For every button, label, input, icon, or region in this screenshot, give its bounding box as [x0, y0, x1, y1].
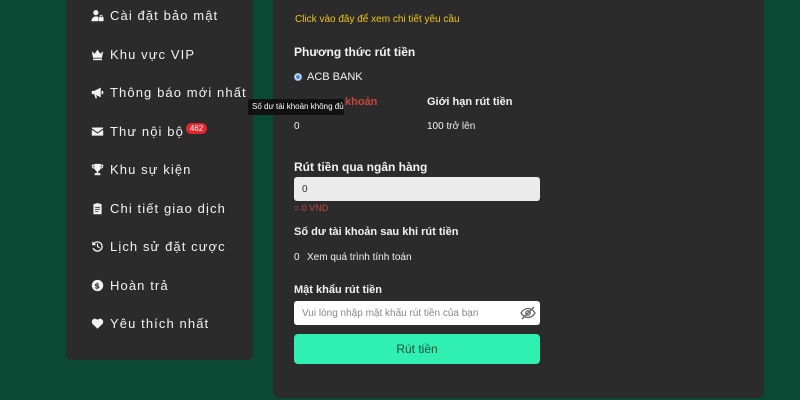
amount-input[interactable]	[294, 177, 540, 201]
sidebar-item-security[interactable]: Cài đặt bảo mật	[90, 8, 218, 23]
sidebar-item-notifications[interactable]: Thông báo mới nhất	[90, 85, 247, 100]
amount-converted: = 0 VND	[294, 203, 329, 213]
sidebar-item-label: Hoàn trả	[110, 278, 169, 293]
request-detail-link[interactable]: Click vào đây để xem chi tiết yêu cầu	[295, 14, 460, 25]
bank-option[interactable]: ACB BANK	[294, 71, 363, 83]
password-label: Mật khẩu rút tiền	[294, 284, 383, 296]
sidebar-item-bet-history[interactable]: Lịch sử đặt cược	[90, 239, 226, 254]
heart-icon	[90, 317, 104, 331]
after-balance-value: 0	[294, 252, 300, 263]
sidebar-item-favorites[interactable]: Yêu thích nhất	[90, 316, 209, 331]
sidebar-item-vip[interactable]: Khu vực VIP	[90, 47, 195, 62]
trophy-icon	[90, 163, 104, 177]
history-icon	[90, 240, 104, 254]
unread-count-badge: 462	[185, 123, 208, 134]
sidebar-item-events[interactable]: Khu sự kiện	[90, 162, 192, 177]
user-lock-icon	[90, 9, 104, 23]
sidebar-item-label: Thư nội bộ	[110, 124, 184, 139]
bank-withdraw-label: Rút tiền qua ngân hàng	[294, 160, 428, 174]
radio-selected-icon[interactable]	[294, 73, 302, 81]
envelope-icon	[90, 125, 104, 139]
withdraw-panel: Click vào đây để xem chi tiết yêu cầu Ph…	[273, 0, 764, 398]
sidebar-item-transactions[interactable]: Chi tiết giao dịch	[90, 201, 226, 216]
account-sidebar: Cài đặt bảo mật Khu vực VIP Thông báo mớ…	[66, 0, 253, 360]
sidebar-item-label: Thông báo mới nhất	[110, 85, 247, 100]
balance-label: khoản	[345, 96, 378, 108]
balance-value: 0	[294, 121, 300, 132]
svg-text:$: $	[94, 280, 101, 290]
sidebar-item-label: Khu sự kiện	[110, 162, 192, 177]
bank-option-label: ACB BANK	[307, 71, 363, 83]
eye-slash-icon[interactable]	[520, 305, 536, 321]
sidebar-item-label: Lịch sử đặt cược	[110, 239, 226, 254]
withdraw-password-input[interactable]	[294, 301, 540, 325]
clipboard-icon	[90, 202, 104, 216]
after-balance-label: Số dư tài khoản sau khi rút tiền	[294, 226, 459, 238]
dollar-circle-icon: $	[90, 279, 104, 293]
calculation-link[interactable]: Xem quá trình tính toán	[307, 252, 412, 263]
sidebar-item-label: Khu vực VIP	[110, 47, 196, 62]
sidebar-item-refund[interactable]: $ Hoàn trả	[90, 278, 169, 293]
insufficient-balance-tooltip: Số dư tài khoản không đủ	[248, 99, 344, 115]
limit-value: 100 trở lên	[427, 121, 476, 132]
sidebar-item-label: Chi tiết giao dịch	[110, 201, 226, 216]
method-label: Phương thức rút tiền	[294, 45, 416, 59]
megaphone-icon	[90, 86, 104, 100]
crown-icon	[90, 48, 104, 62]
sidebar-item-label: Cài đặt bảo mật	[110, 8, 219, 23]
sidebar-item-label: Yêu thích nhất	[110, 316, 210, 331]
sidebar-item-inbox[interactable]: Thư nội bộ 462	[90, 123, 208, 139]
withdraw-submit-button[interactable]: Rút tiền	[294, 334, 540, 364]
limit-label: Giới hạn rút tiền	[427, 96, 513, 108]
